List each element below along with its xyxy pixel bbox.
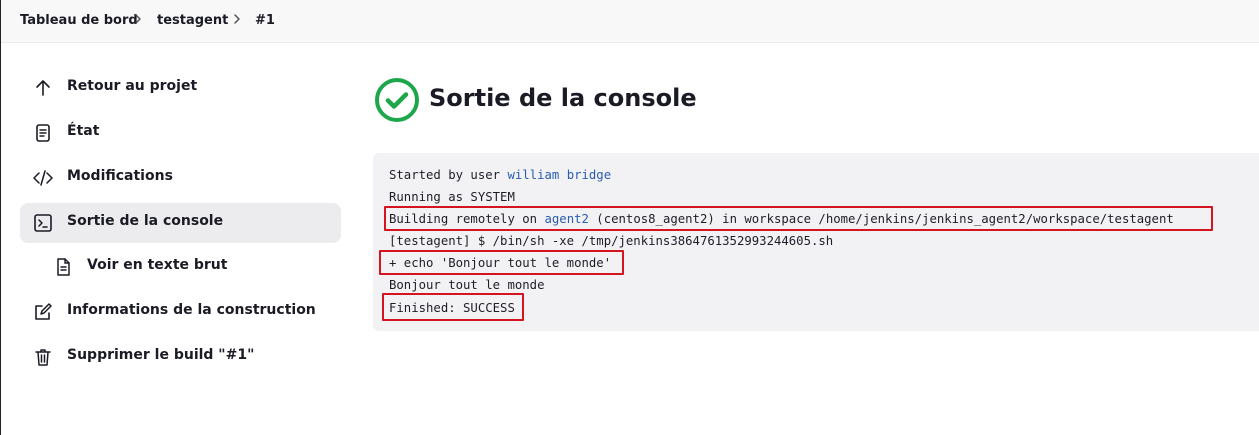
sidebar-item-build-info[interactable]: Informations de la construction bbox=[20, 292, 341, 332]
console-line: Running as SYSTEM bbox=[389, 190, 515, 204]
console-text: Started by user bbox=[389, 168, 508, 182]
sidebar-item-label: Informations de la construction bbox=[67, 302, 316, 318]
file-text-icon bbox=[53, 257, 73, 277]
sidebar-item-changes[interactable]: Modifications bbox=[20, 158, 341, 198]
page-title: Sortie de la console bbox=[429, 84, 697, 112]
highlight-box bbox=[379, 250, 624, 275]
sidebar-item-back-to-project[interactable]: Retour au projet bbox=[20, 68, 341, 108]
breadcrumb-dashboard[interactable]: Tableau de bord bbox=[20, 13, 138, 28]
sidebar-item-status[interactable]: État bbox=[20, 113, 341, 153]
sidebar-item-console-output[interactable]: Sortie de la console bbox=[20, 203, 341, 243]
sidebar-item-label: Voir en texte brut bbox=[87, 257, 228, 273]
trash-icon bbox=[33, 347, 53, 367]
user-link[interactable]: william bridge bbox=[507, 168, 611, 182]
highlight-box bbox=[384, 206, 1213, 231]
success-check-icon bbox=[374, 77, 420, 123]
console-line: Bonjour tout le monde bbox=[389, 278, 545, 292]
breadcrumb-job[interactable]: testagent bbox=[157, 13, 228, 28]
chevron-right-icon bbox=[131, 12, 145, 26]
breadcrumb-build[interactable]: #1 bbox=[255, 13, 275, 28]
sidebar-item-label: État bbox=[67, 123, 100, 139]
arrow-up-icon bbox=[33, 78, 53, 98]
sidebar-item-view-plain-text[interactable]: Voir en texte brut bbox=[20, 247, 341, 287]
chevron-right-icon bbox=[230, 12, 244, 26]
window-edge bbox=[0, 0, 1, 435]
sidebar-item-label: Retour au projet bbox=[67, 78, 198, 94]
highlight-box bbox=[382, 293, 524, 321]
console-line: [testagent] $ /bin/sh -xe /tmp/jenkins38… bbox=[389, 234, 834, 248]
console-line: Started by user william bridge bbox=[389, 167, 611, 183]
sidebar-item-label: Supprimer le build "#1" bbox=[67, 347, 255, 363]
sidebar-item-label: Modifications bbox=[67, 168, 173, 184]
terminal-icon bbox=[33, 213, 53, 233]
sidebar-item-delete-build[interactable]: Supprimer le build "#1" bbox=[20, 337, 341, 377]
edit-icon bbox=[33, 302, 53, 322]
breadcrumb: Tableau de bord testagent #1 bbox=[1, 0, 1259, 43]
sidebar-item-label: Sortie de la console bbox=[67, 213, 224, 229]
code-icon bbox=[33, 168, 53, 188]
document-icon bbox=[33, 123, 53, 143]
